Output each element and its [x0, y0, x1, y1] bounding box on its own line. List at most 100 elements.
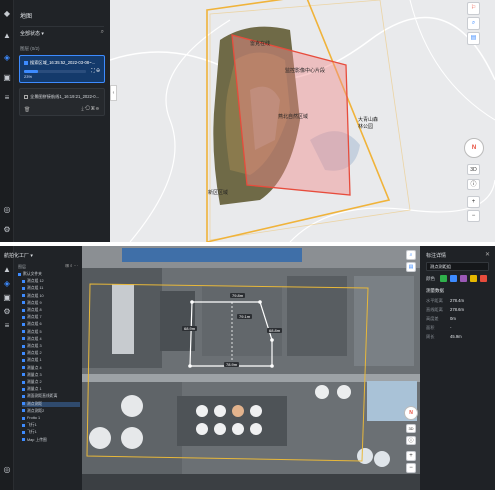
warning-icon[interactable]: ▲ — [3, 32, 11, 40]
checkbox[interactable] — [22, 301, 25, 305]
layers-icon[interactable]: ◈ — [3, 280, 11, 288]
layers-icon[interactable]: ◈ — [3, 54, 11, 62]
tree-item[interactable]: 测面测距直线距离 — [22, 394, 57, 399]
checkbox[interactable] — [22, 315, 25, 319]
settings-icon[interactable]: ⚙ — [3, 226, 11, 234]
checkbox[interactable] — [22, 423, 25, 427]
tree-item[interactable]: 测点组 3 — [22, 344, 42, 349]
checkbox[interactable] — [22, 286, 25, 290]
checkbox[interactable] — [22, 438, 25, 442]
tree-item[interactable]: 测量点 3 — [22, 373, 42, 378]
tree-item[interactable]: 测点测距 — [22, 401, 80, 407]
tree-item[interactable]: 默认文件夹 — [18, 272, 42, 277]
checkbox[interactable] — [22, 373, 25, 377]
settings-icon[interactable]: ⚙ — [3, 308, 11, 316]
checkbox[interactable] — [22, 322, 25, 326]
color-swatch[interactable] — [450, 275, 457, 282]
checkbox[interactable] — [22, 430, 25, 434]
tree-item[interactable]: 测点组 4 — [22, 337, 42, 342]
warning-icon[interactable]: ▲ — [3, 266, 11, 274]
task-actions[interactable]: ⤓⟲▣⊖ — [81, 106, 100, 112]
info-button[interactable]: ⓘ — [467, 179, 480, 190]
map-view[interactable]: 79.8m 68.9m 78.9m 68.8m 79.1m ⌕ ▤ N 3D ⓘ… — [82, 246, 420, 490]
tree-item[interactable]: 测量点 2 — [22, 380, 42, 385]
media-icon[interactable]: ▣ — [3, 294, 11, 302]
close-icon[interactable]: ✕ — [485, 251, 490, 258]
list-icon[interactable]: ≡ — [3, 94, 11, 102]
color-swatch[interactable] — [480, 275, 487, 282]
checkbox[interactable] — [22, 344, 25, 348]
layer-switch-button[interactable]: ▤ — [467, 32, 480, 45]
layer-switch-button[interactable]: ▤ — [406, 262, 416, 272]
tree-item[interactable]: 测点组 6 — [22, 322, 42, 327]
tree-toolbar[interactable]: ⊞⌕⋯ — [65, 263, 79, 269]
checkbox[interactable] — [22, 294, 25, 298]
checkbox[interactable] — [22, 351, 25, 355]
checkbox[interactable] — [22, 380, 25, 384]
tree-header: 图层 — [18, 264, 26, 269]
collapse-handle[interactable]: ‹ — [110, 85, 117, 101]
compass-control[interactable]: N — [464, 138, 484, 158]
tree-item[interactable]: 测点组 1 — [22, 358, 42, 363]
tree-item[interactable]: 测点组 5 — [22, 330, 42, 335]
search-map-button[interactable]: ⌕ — [406, 250, 416, 260]
color-swatch[interactable] — [460, 275, 467, 282]
tree-item[interactable]: 测点组 8 — [22, 308, 42, 313]
search-icon[interactable]: ⌕ — [101, 29, 104, 36]
tree-item[interactable]: 测量点 4 — [22, 366, 42, 371]
name-input[interactable]: 测点测距组 — [426, 262, 489, 271]
checkbox[interactable] — [22, 366, 25, 370]
pin-button[interactable]: ⚐ — [467, 2, 480, 15]
task-card[interactable]: 全景图拼接航线1_16:19:21_2022-0... 🗑 ⤓⟲▣⊖ — [19, 88, 105, 116]
zoom-in-button[interactable]: + — [406, 451, 416, 461]
tree-item[interactable]: 测点测距2 — [22, 409, 44, 414]
tree-item[interactable]: 测点组 7 — [22, 315, 42, 320]
checkbox[interactable] — [22, 358, 25, 362]
checkbox[interactable] — [22, 394, 25, 398]
globe-icon[interactable]: ◎ — [3, 466, 11, 474]
checkbox[interactable] — [22, 337, 25, 341]
compass-control[interactable]: N — [404, 406, 418, 420]
view-3d-button[interactable]: 3D — [467, 164, 480, 175]
tree-item-label: 测点测距2 — [27, 408, 45, 413]
color-swatch[interactable] — [470, 275, 477, 282]
tree-item[interactable]: 测点组 9 — [22, 301, 42, 306]
map-view[interactable]: 雷克在线 监控影像中心片段 燕北自然区域 大青山森林公园 新区区域 ⚐ ⌕ ▤ … — [110, 0, 495, 242]
color-swatch[interactable] — [440, 275, 447, 282]
checkbox[interactable] — [18, 272, 21, 276]
globe-icon[interactable]: ◎ — [3, 206, 11, 214]
list-icon[interactable]: ≡ — [3, 322, 11, 330]
progress-text: 23% — [24, 74, 33, 79]
zoom-in-button[interactable]: + — [467, 196, 480, 208]
tree-item[interactable]: 测点组 12 — [22, 279, 44, 284]
fit-icon[interactable]: ⛶ ⊖ — [91, 68, 100, 74]
checkbox[interactable] — [22, 308, 25, 312]
checkbox[interactable] — [22, 402, 25, 406]
view-3d-button[interactable]: 3D — [406, 424, 416, 433]
filter-dropdown[interactable]: 全部状态 ▾ — [20, 30, 44, 37]
zoom-out-button[interactable]: − — [467, 210, 480, 222]
trash-icon[interactable]: 🗑 — [24, 107, 30, 113]
tree-item[interactable]: 飞行1 — [22, 430, 37, 435]
sidebar-title: 地图 — [20, 14, 33, 20]
task-card-active[interactable]: 搜索区域_16:35:52_2022-03-08~... 23% ⛶ ⊖ — [19, 55, 105, 83]
checkbox[interactable] — [22, 279, 25, 283]
map-label: 雷克在线 — [250, 41, 271, 47]
checkbox[interactable] — [22, 387, 25, 391]
tree-item[interactable]: 测点组 11 — [22, 286, 43, 291]
search-map-button[interactable]: ⌕ — [467, 17, 480, 30]
tree-item[interactable]: 测量点 1 — [22, 387, 42, 392]
task-name: 全景图拼接航线1_16:19:21_2022-0... — [24, 94, 102, 100]
checkbox[interactable] — [22, 416, 25, 420]
info-button[interactable]: ⓘ — [406, 436, 416, 445]
tree-item[interactable]: Map 上传图 — [22, 438, 47, 443]
tree-item[interactable]: Frotto 1 — [22, 416, 40, 420]
tree-item[interactable]: 飞行1 — [22, 423, 37, 428]
tree-item[interactable]: 测点组 10 — [22, 294, 44, 299]
tree-item[interactable]: 测点组 2 — [22, 351, 42, 356]
zoom-out-button[interactable]: − — [406, 463, 416, 473]
measure-value: 45.9m — [450, 334, 462, 339]
media-icon[interactable]: ▣ — [3, 74, 11, 82]
checkbox[interactable] — [22, 330, 25, 334]
checkbox[interactable] — [22, 409, 25, 413]
